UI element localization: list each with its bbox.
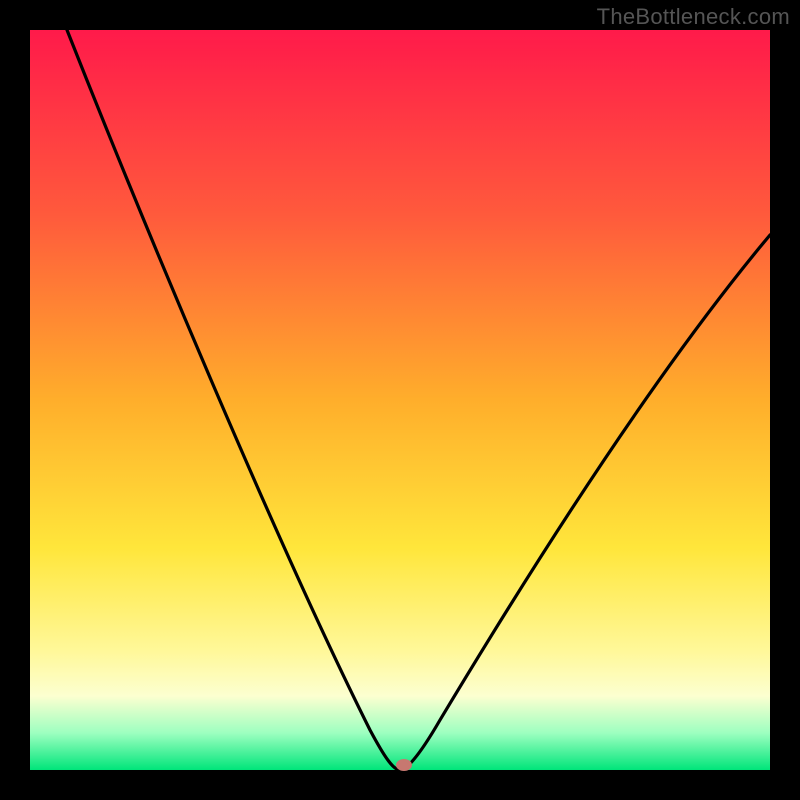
curve-svg [30, 30, 770, 770]
watermark-text: TheBottleneck.com [597, 4, 790, 30]
plot-area [30, 30, 770, 770]
chart-frame: TheBottleneck.com [0, 0, 800, 800]
bottleneck-curve-path [67, 30, 770, 770]
optimal-point-marker [396, 759, 412, 771]
